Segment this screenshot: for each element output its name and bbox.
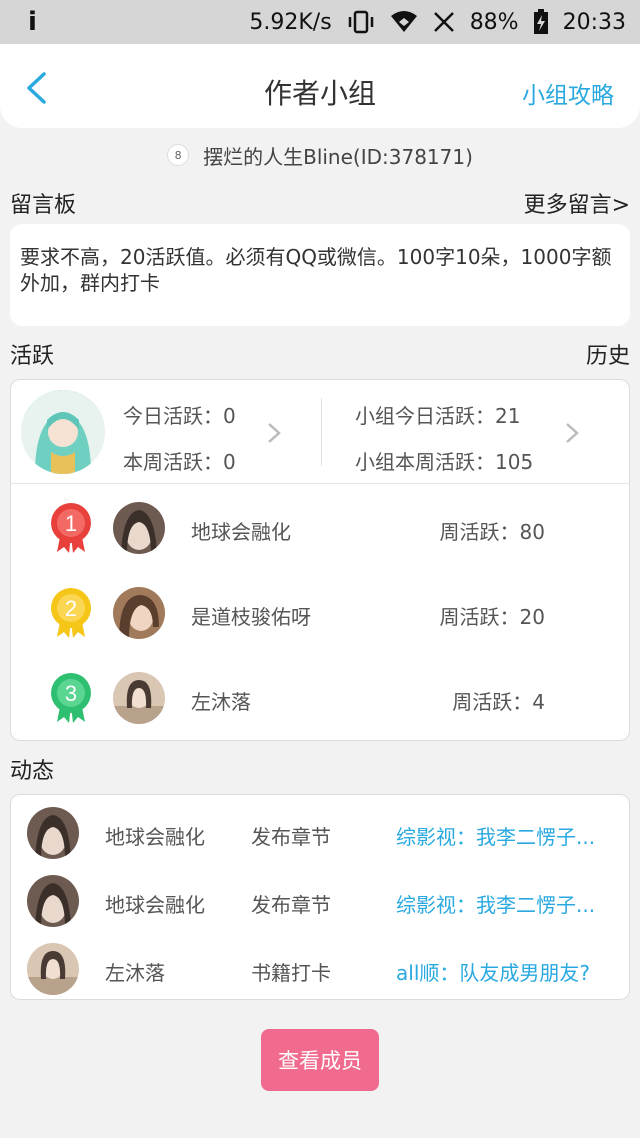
- rank-user-name: 左沐落: [191, 690, 251, 714]
- feed-book-link[interactable]: 综影视：我李二愣子...: [396, 889, 618, 918]
- message-board-header: 留言板 更多留言>: [10, 188, 630, 218]
- app-header: 作者小组 小组攻略: [0, 44, 640, 128]
- my-week-activity: 本周活跃：0: [123, 450, 236, 474]
- activity-card: 今日活跃：0 本周活跃：0 小组今日活跃：21 小组本周活跃：105 1 地球会…: [10, 379, 630, 741]
- battery-charging-icon: [533, 9, 549, 35]
- message-board-title: 留言板: [10, 193, 77, 218]
- status-bar: i 5.92K/s 88% 20:33: [0, 0, 640, 44]
- avatar: [27, 875, 79, 927]
- history-link[interactable]: 历史: [586, 338, 630, 370]
- group-week-activity: 小组本周活跃：105: [355, 450, 534, 474]
- feed-card: 地球会融化 发布章节 综影视：我李二愣子... 地球会融化 发布章节 综影视：我…: [10, 794, 630, 1000]
- rank-row[interactable]: 2 是道枝骏佑呀 周活跃：20: [11, 573, 629, 653]
- chevron-right-icon[interactable]: [263, 422, 285, 444]
- rank-week-score: 周活跃：20: [439, 605, 545, 629]
- activity-summary: 今日活跃：0 本周活跃：0 小组今日活跃：21 小组本周活跃：105: [11, 380, 629, 484]
- svg-text:1: 1: [65, 511, 77, 536]
- group-guide-link[interactable]: 小组攻略: [522, 76, 614, 110]
- feed-user-name: 左沐落: [105, 961, 165, 985]
- rank-row[interactable]: 3 左沐落 周活跃：4: [11, 658, 629, 738]
- message-board-content: 要求不高，20活跃值。必须有QQ或微信。100字10朵，1000字额外加，群内打…: [10, 224, 630, 326]
- battery-percent: 88%: [469, 9, 519, 35]
- feed-title: 动态: [10, 759, 55, 784]
- author-avatar-icon: 8: [167, 144, 190, 166]
- author-info[interactable]: 8 摆烂的人生Bline(ID:378171): [0, 140, 640, 170]
- avatar: [113, 672, 165, 724]
- activity-header: 活跃 历史: [10, 339, 630, 369]
- my-today-activity: 今日活跃：0: [123, 404, 236, 428]
- author-name: 摆烂的人生Bline(ID:378171): [203, 144, 473, 169]
- feed-action: 发布章节: [251, 893, 331, 917]
- rank-week-score: 周活跃：4: [452, 690, 545, 714]
- feed-book-link[interactable]: 综影视：我李二愣子...: [396, 821, 618, 850]
- avatar: [113, 502, 165, 554]
- feed-user-name: 地球会融化: [105, 825, 205, 849]
- avatar: [27, 943, 79, 995]
- rank-3-medal-icon: 3: [51, 673, 91, 723]
- rank-user-name: 地球会融化: [191, 520, 291, 544]
- status-bar-right: 5.92K/s 88% 20:33: [249, 9, 626, 35]
- feed-book-link[interactable]: all顺：队友成男朋友?: [396, 957, 618, 986]
- no-signal-icon: [432, 10, 456, 34]
- info-icon: i: [28, 7, 37, 37]
- svg-text:3: 3: [65, 681, 77, 706]
- network-speed: 5.92K/s: [249, 9, 332, 35]
- feed-item[interactable]: 左沐落 书籍打卡 all顺：队友成男朋友?: [11, 935, 629, 1003]
- avatar: [27, 807, 79, 859]
- rank-1-medal-icon: 1: [51, 503, 91, 553]
- clock: 20:33: [562, 9, 626, 35]
- activity-divider: [321, 398, 322, 466]
- group-today-activity: 小组今日活跃：21: [355, 404, 521, 428]
- view-members-button[interactable]: 查看成员: [261, 1029, 379, 1091]
- wifi-icon: [390, 10, 418, 34]
- vibrate-icon: [346, 10, 376, 34]
- feed-item[interactable]: 地球会融化 发布章节 综影视：我李二愣子...: [11, 799, 629, 867]
- rank-week-score: 周活跃：80: [439, 520, 545, 544]
- feed-item[interactable]: 地球会融化 发布章节 综影视：我李二愣子...: [11, 867, 629, 935]
- svg-text:2: 2: [65, 596, 77, 621]
- rank-user-name: 是道枝骏佑呀: [191, 605, 311, 629]
- rank-row[interactable]: 1 地球会融化 周活跃：80: [11, 488, 629, 568]
- rank-2-medal-icon: 2: [51, 588, 91, 638]
- activity-title: 活跃: [10, 344, 55, 369]
- chevron-right-icon[interactable]: [561, 422, 583, 444]
- more-messages-link[interactable]: 更多留言>: [524, 187, 630, 219]
- feed-action: 书籍打卡: [251, 961, 331, 985]
- feed-user-name: 地球会融化: [105, 893, 205, 917]
- my-avatar: [21, 390, 105, 474]
- feed-action: 发布章节: [251, 825, 331, 849]
- feed-header: 动态: [10, 754, 630, 784]
- avatar: [113, 587, 165, 639]
